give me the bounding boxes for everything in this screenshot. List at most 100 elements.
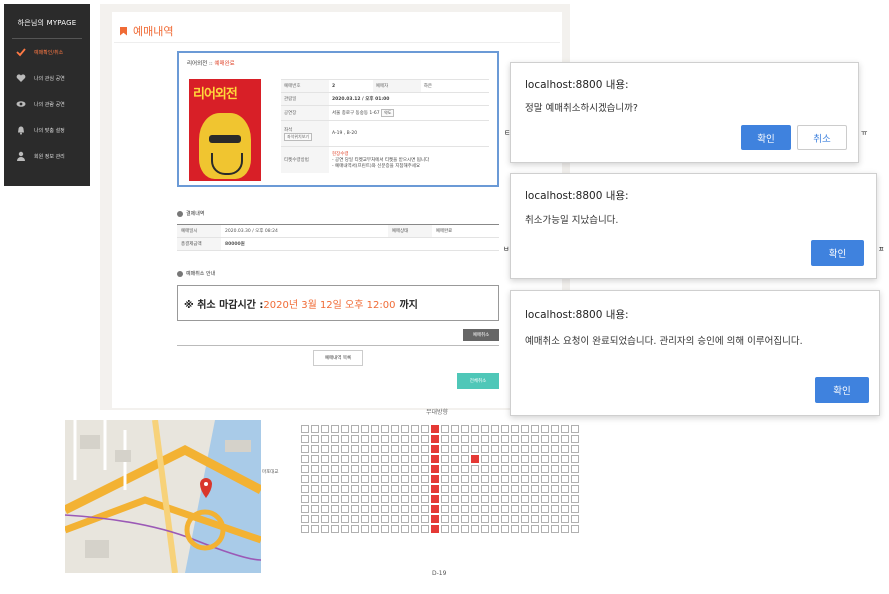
seat[interactable] <box>401 485 409 493</box>
seat[interactable] <box>511 485 519 493</box>
seat[interactable] <box>451 505 459 513</box>
seat[interactable] <box>491 455 499 463</box>
seat[interactable] <box>411 425 419 433</box>
seat[interactable] <box>341 435 349 443</box>
seat[interactable] <box>401 515 409 523</box>
cancel-button[interactable]: 취소 <box>797 125 847 150</box>
seat[interactable] <box>471 495 479 503</box>
seat[interactable] <box>301 435 309 443</box>
seat[interactable] <box>371 435 379 443</box>
seat[interactable] <box>511 425 519 433</box>
seat[interactable] <box>511 515 519 523</box>
seat[interactable] <box>561 465 569 473</box>
seat[interactable] <box>531 445 539 453</box>
seat[interactable] <box>491 515 499 523</box>
seat[interactable] <box>411 525 419 533</box>
seat[interactable] <box>381 445 389 453</box>
seat[interactable] <box>331 505 339 513</box>
seat[interactable] <box>421 435 429 443</box>
seat[interactable] <box>481 435 489 443</box>
seat[interactable] <box>461 515 469 523</box>
seat[interactable] <box>371 425 379 433</box>
aisle-seat[interactable] <box>431 515 439 523</box>
seat[interactable] <box>471 485 479 493</box>
seat[interactable] <box>551 525 559 533</box>
seat[interactable] <box>561 485 569 493</box>
seat[interactable] <box>521 425 529 433</box>
seat[interactable] <box>411 455 419 463</box>
seat[interactable] <box>361 505 369 513</box>
seat[interactable] <box>451 445 459 453</box>
seat[interactable] <box>311 505 319 513</box>
seat[interactable] <box>311 455 319 463</box>
seat[interactable] <box>391 455 399 463</box>
seat[interactable] <box>391 475 399 483</box>
seat[interactable] <box>341 445 349 453</box>
seat[interactable] <box>361 515 369 523</box>
aisle-seat[interactable] <box>431 425 439 433</box>
seat[interactable] <box>401 525 409 533</box>
seat[interactable] <box>451 525 459 533</box>
seat[interactable] <box>481 505 489 513</box>
ok-button[interactable]: 확인 <box>811 240 864 266</box>
seat[interactable] <box>491 475 499 483</box>
seat[interactable] <box>371 525 379 533</box>
seat[interactable] <box>441 455 449 463</box>
seat[interactable] <box>311 485 319 493</box>
seat[interactable] <box>561 475 569 483</box>
seat[interactable] <box>381 505 389 513</box>
seat[interactable] <box>551 465 559 473</box>
seat[interactable] <box>391 445 399 453</box>
seat[interactable] <box>371 475 379 483</box>
seat[interactable] <box>551 495 559 503</box>
seat[interactable] <box>421 455 429 463</box>
seat[interactable] <box>501 465 509 473</box>
seat[interactable] <box>421 465 429 473</box>
seat[interactable] <box>451 495 459 503</box>
seat[interactable] <box>311 525 319 533</box>
seat[interactable] <box>531 505 539 513</box>
seat[interactable] <box>381 475 389 483</box>
seat[interactable] <box>551 485 559 493</box>
seat[interactable] <box>471 425 479 433</box>
seat[interactable] <box>571 455 579 463</box>
seat[interactable] <box>461 525 469 533</box>
seat[interactable] <box>531 525 539 533</box>
seat[interactable] <box>561 525 569 533</box>
seat[interactable] <box>331 465 339 473</box>
seat[interactable] <box>321 485 329 493</box>
seat[interactable] <box>411 435 419 443</box>
seat[interactable] <box>331 485 339 493</box>
seat[interactable] <box>361 455 369 463</box>
seat[interactable] <box>361 485 369 493</box>
seat[interactable] <box>351 425 359 433</box>
seat[interactable] <box>311 515 319 523</box>
seat[interactable] <box>551 455 559 463</box>
seat[interactable] <box>321 505 329 513</box>
seat[interactable] <box>301 485 309 493</box>
seat[interactable] <box>481 525 489 533</box>
seat[interactable] <box>331 455 339 463</box>
seat[interactable] <box>331 425 339 433</box>
seat[interactable] <box>511 525 519 533</box>
aisle-seat[interactable] <box>431 525 439 533</box>
seat[interactable] <box>541 445 549 453</box>
seat[interactable] <box>501 455 509 463</box>
seat[interactable] <box>481 445 489 453</box>
seat[interactable] <box>471 475 479 483</box>
seat[interactable] <box>511 435 519 443</box>
seat[interactable] <box>321 495 329 503</box>
seat[interactable] <box>551 475 559 483</box>
seat[interactable] <box>511 455 519 463</box>
aisle-seat[interactable] <box>431 485 439 493</box>
seat[interactable] <box>471 515 479 523</box>
seat[interactable] <box>341 505 349 513</box>
seat[interactable] <box>471 445 479 453</box>
seat[interactable] <box>381 465 389 473</box>
seat[interactable] <box>381 435 389 443</box>
seat[interactable] <box>551 435 559 443</box>
seat[interactable] <box>571 445 579 453</box>
seat[interactable] <box>331 435 339 443</box>
reservation-list-button[interactable]: 예매내역 목록 <box>313 350 363 366</box>
seat[interactable] <box>571 515 579 523</box>
